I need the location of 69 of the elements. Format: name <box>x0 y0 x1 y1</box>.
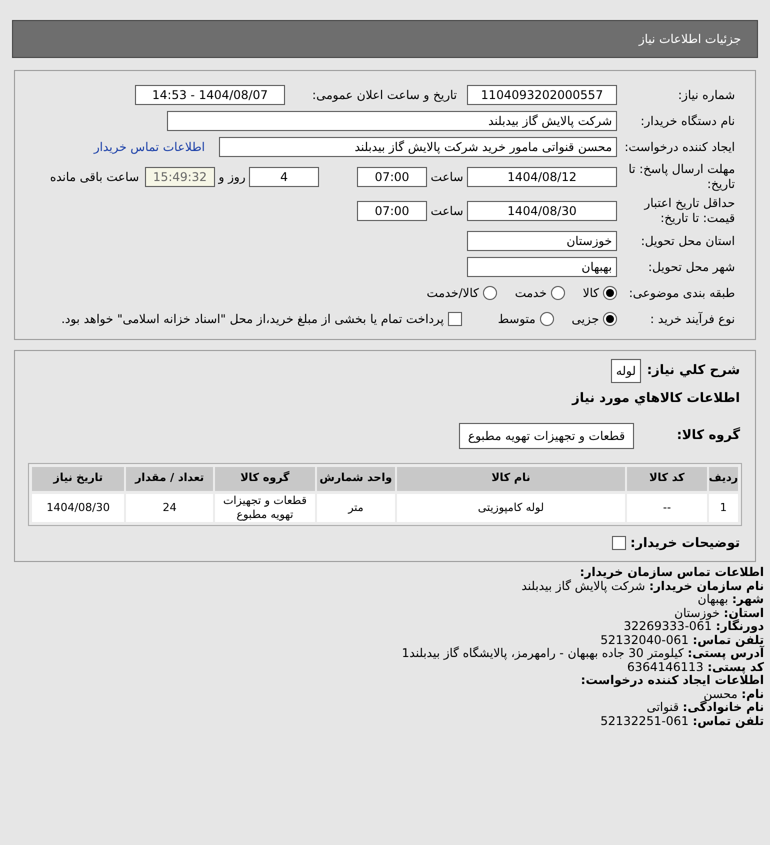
column-header: ردیف <box>708 466 738 490</box>
radio-button[interactable] <box>540 312 554 326</box>
radio-label: متوسط <box>498 311 536 328</box>
column-header: واحد شمارش <box>316 466 395 490</box>
column-header: نام کالا <box>396 466 626 490</box>
text-field[interactable]: 07:00 <box>357 201 427 221</box>
column-header: گروه کالا <box>214 466 315 490</box>
checkbox[interactable] <box>448 312 462 326</box>
page-title: جزئیات اطلاعات نیاز <box>638 31 741 48</box>
checkbox[interactable] <box>612 536 626 550</box>
section-title: اطلاعات كالاهاي مورد نياز <box>570 390 741 408</box>
field-label: روز و <box>217 169 246 186</box>
text-field[interactable]: محسن قنواتی مامور خرید شرکت پالایش گاز بیدبلند <box>219 137 617 157</box>
field-label: تاریخ و ساعت اعلان عمومی: <box>311 87 458 104</box>
radio-label: کالا <box>582 285 599 302</box>
contact-line: نام سازمان خریدار: شرکت پالایش گاز بیدبلند <box>521 580 764 593</box>
text-field[interactable]: شرکت پالایش گاز بیدبلند <box>167 111 617 131</box>
contact-line: نام: محسن <box>704 688 764 701</box>
radio-label: کالا/خدمت <box>426 285 479 302</box>
field-label: طبقه بندی موضوعی: <box>628 285 735 302</box>
payment-note: پرداخت تمام یا بخشی از مبلغ خرید،از محل "اسناد خزانه اسلامی" خواهد بود. <box>61 311 444 328</box>
radio-button[interactable] <box>603 286 617 300</box>
radio-button[interactable] <box>482 286 497 300</box>
table-cell: 1404/08/30 <box>32 494 124 522</box>
table-cell: متر <box>316 494 395 522</box>
summary-label: شرح کلي نياز: <box>646 362 740 380</box>
text-field[interactable]: 1404/08/07 - 14:53 <box>135 85 285 105</box>
field-label: نوع فرآیند خرید : <box>649 311 735 328</box>
buyer-notes-label: توضیحات خریدار: <box>630 534 740 552</box>
contact-heading: اطلاعات تماس سازمان خریدار: <box>580 566 764 580</box>
summary-field[interactable]: لوله <box>610 359 641 383</box>
contact-line: استان: خوزستان <box>674 606 764 620</box>
field-label: ساعت <box>430 203 464 220</box>
contact-line: نام خانوادگی: قنواتی <box>646 701 764 714</box>
contact-line: شهر: بهبهان <box>698 593 764 606</box>
table-cell: -- <box>627 494 707 522</box>
buyer-contact-link[interactable]: اطلاعات تماس خریدار <box>94 138 205 156</box>
table-cell: 1 <box>708 494 738 522</box>
column-header: کد کالا <box>627 466 707 490</box>
goods-group-field[interactable]: قطعات و تجهیزات تهویه مطبوع <box>459 422 634 448</box>
column-header: تاریخ نیاز <box>32 466 124 490</box>
field-label: ساعت <box>430 169 464 186</box>
countdown-field[interactable]: 15:49:32 <box>145 167 215 187</box>
text-field[interactable]: 1404/08/30 <box>467 201 617 221</box>
goods-group-label: گروه کالا: <box>676 426 740 445</box>
radio-button[interactable] <box>603 312 617 326</box>
table-cell: 24 <box>126 494 213 522</box>
field-label: نام دستگاه خریدار: <box>640 113 735 130</box>
field-label: شهر محل تحویل: <box>647 259 735 276</box>
text-field[interactable]: 1404/08/12 <box>467 167 617 187</box>
text-field[interactable]: خوزستان <box>467 231 617 251</box>
column-header: تعداد / مقدار <box>126 466 213 490</box>
text-field[interactable]: 1104093202000557 <box>467 85 617 105</box>
table-cell: لوله کامپوزیتی <box>396 494 626 522</box>
text-field[interactable]: بهبهان <box>467 257 617 277</box>
contact-heading: اطلاعات ایجاد کننده درخواست: <box>580 674 764 688</box>
field-label: شماره نیاز: <box>677 87 735 104</box>
radio-button[interactable] <box>550 286 565 300</box>
field-label: استان محل تحویل: <box>640 233 735 250</box>
contact-line: آدرس پستی: کیلومتر 30 جاده بهبهان - رامهرمز، پالایشگاه گاز بیدبلند1 <box>402 647 764 660</box>
table-cell: قطعات و تجهیزات تهویه مطبوع <box>214 494 315 522</box>
radio-label: جزیی <box>572 311 599 328</box>
field-label: ساعت باقی مانده <box>49 169 140 186</box>
radio-label: خدمت <box>514 285 547 302</box>
text-field[interactable]: 07:00 <box>357 167 427 187</box>
text-field[interactable]: 4 <box>249 167 319 187</box>
field-label: ایجاد کننده درخواست: <box>623 139 735 156</box>
field-label: حداقل تاریخ اعتبار قیمت: تا تاریخ: <box>642 196 735 226</box>
field-label: مهلت ارسال پاسخ: تا تاریخ: <box>627 162 735 192</box>
